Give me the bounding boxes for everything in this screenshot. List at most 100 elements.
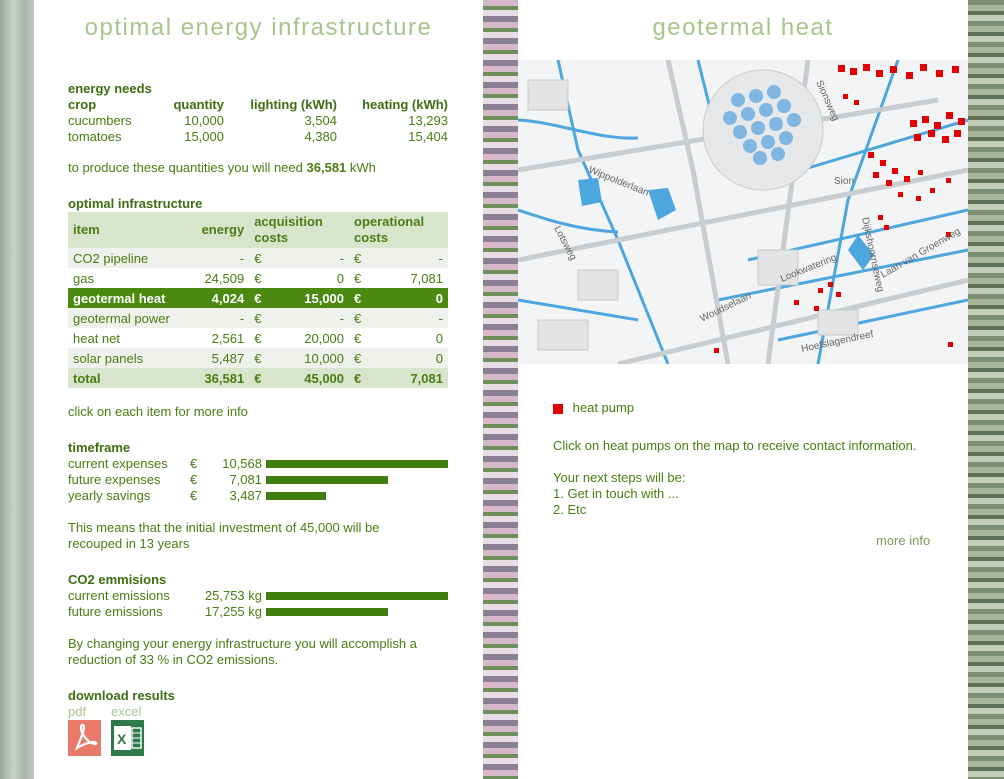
infra-row-geotermal-heat[interactable]: geotermal heat 4,024 € 15,000 € 0 — [68, 288, 448, 308]
row-value: 25,753 kg — [204, 588, 262, 603]
expense-bar — [266, 460, 448, 468]
infrastructure-heading: optimal infrastructure — [68, 196, 203, 211]
col-acquisition: acquisition costs — [249, 212, 350, 248]
cell: 10,000 — [184, 112, 224, 128]
energy-value: 5,487 — [189, 348, 250, 368]
col-energy: energy — [189, 212, 250, 248]
operational-value: - — [366, 248, 448, 268]
row-value: 10,568 — [222, 456, 262, 471]
currency: € — [249, 308, 267, 328]
currency: € — [349, 348, 367, 368]
col-lighting: lighting (kWh) — [250, 96, 337, 112]
infra-row-heat-net[interactable]: heat net 2,561 € 20,000 € 0 — [68, 328, 448, 348]
pdf-label[interactable]: pdf — [68, 704, 86, 719]
more-info-link[interactable]: more info — [876, 533, 930, 548]
item-name: gas — [73, 270, 94, 286]
heat-pump-legend-icon — [553, 403, 563, 414]
acquisition-value: - — [266, 248, 350, 268]
produce-value: 36,581 — [306, 160, 347, 175]
cell: cucumbers — [68, 112, 132, 128]
produce-text: to produce these quantities you will nee… — [68, 160, 303, 175]
reduction-note: By changing your energy infrastructure y… — [68, 636, 418, 667]
col-heating: heating (kWh) — [362, 96, 448, 112]
currency: € — [349, 308, 367, 328]
next-steps-heading: Your next steps will be: — [553, 470, 686, 485]
excel-label[interactable]: excel — [111, 704, 141, 719]
infra-row-solar-panels[interactable]: solar panels 5,487 € 10,000 € 0 — [68, 348, 448, 368]
energy-total-sentence: to produce these quantities you will nee… — [68, 160, 376, 175]
panel-title: optimal energy infrastructure — [84, 14, 433, 41]
infra-row-co2-pipeline[interactable]: CO2 pipeline - € - € - — [68, 248, 448, 268]
operational-value: 7,081 — [410, 270, 443, 286]
row-label: current expenses — [68, 456, 168, 471]
energy-needs-table: crop quantity lighting (kWh) heating (kW… — [68, 96, 448, 144]
info-hint: click on each item for more info — [68, 404, 248, 419]
table-row: cucumbers 10,000 3,504 13,293 — [68, 112, 448, 128]
cell: 3,504 — [304, 112, 337, 128]
infra-row-total: total 36,581 € 45,000 € 7,081 — [68, 368, 448, 388]
excel-download-icon[interactable]: X — [111, 720, 144, 756]
currency: € — [349, 288, 367, 308]
operational-value: 0 — [366, 288, 448, 308]
infra-row-geotermal-power[interactable]: geotermal power - € - € - — [68, 308, 448, 328]
energy-value: 2,561 — [211, 330, 245, 346]
infrastructure-panel: optimal energy infrastructure energy nee… — [34, 0, 483, 779]
currency: € — [249, 288, 267, 308]
acquisition-value: 15,000 — [266, 288, 350, 308]
currency: € — [190, 456, 198, 471]
timeframe-row-current: current expenses € 10,568 — [68, 456, 448, 472]
currency: € — [349, 248, 367, 268]
cell: 13,293 — [408, 112, 448, 128]
col-operational: operational costs — [349, 212, 448, 248]
col-crop: crop — [68, 96, 97, 112]
step-item: 1. Get in touch with ... — [553, 486, 679, 501]
step-item: 2. Etc — [553, 502, 587, 517]
legend-label: heat pump — [572, 400, 635, 415]
acquisition-value: - — [266, 308, 350, 328]
download-heading: download results — [68, 688, 175, 703]
timeframe-heading: timeframe — [68, 440, 131, 455]
item-name: geotermal power — [68, 308, 190, 328]
cell: tomatoes — [68, 128, 122, 144]
infrastructure-table: item energy acquisition costs operationa… — [68, 212, 448, 388]
expense-bar — [266, 476, 388, 484]
energy-needs-heading: energy needs — [68, 81, 152, 96]
emission-bar — [266, 608, 388, 616]
currency: € — [254, 330, 262, 346]
energy-value: 24,509 — [204, 270, 245, 286]
table-row: tomatoes 15,000 4,380 15,404 — [68, 128, 448, 144]
heat-pump-map[interactable]: Wippolderlaan Lotsweg Sionsweg Sion Dijk… — [518, 60, 968, 364]
detail-title: geotermal heat — [652, 14, 834, 41]
currency: € — [354, 330, 362, 346]
operational-value: 7,081 — [366, 368, 448, 388]
infra-row-gas[interactable]: gas 24,509 € 0 € 7,081 — [68, 268, 448, 288]
produce-unit: kWh — [349, 160, 376, 175]
currency: € — [190, 488, 198, 503]
cell: 15,404 — [408, 128, 448, 144]
col-quantity: quantity — [173, 96, 224, 112]
energy-value: 36,581 — [189, 368, 250, 388]
svg-text:X: X — [117, 731, 127, 747]
currency: € — [354, 270, 362, 286]
cell: 4,380 — [304, 128, 337, 144]
background-strip-right — [968, 0, 1004, 779]
acquisition-value: 20,000 — [304, 330, 345, 346]
currency: € — [249, 248, 267, 268]
pdf-download-icon[interactable] — [68, 720, 101, 756]
acquisition-value: 45,000 — [266, 368, 350, 388]
row-value: 3,487 — [229, 488, 262, 503]
row-label: current emissions — [68, 588, 170, 603]
item-name: geotermal heat — [68, 288, 190, 308]
map-canvas: Wippolderlaan Lotsweg Sionsweg Sion Dijk… — [518, 60, 968, 364]
energy-value: - — [189, 308, 250, 328]
background-strip-middle — [483, 0, 518, 779]
operational-value: 0 — [435, 330, 443, 346]
co2-row-future: future emissions 17,255 kg — [68, 604, 448, 620]
acquisition-value: 10,000 — [266, 348, 350, 368]
map-label: Sion — [834, 176, 854, 187]
item-name: CO2 pipeline — [68, 248, 190, 268]
acquisition-value: 0 — [336, 270, 345, 286]
map-instructions: Click on heat pumps on the map to receiv… — [553, 438, 917, 453]
timeframe-row-future: future expenses € 7,081 — [68, 472, 448, 488]
background-strip-left — [0, 0, 34, 779]
